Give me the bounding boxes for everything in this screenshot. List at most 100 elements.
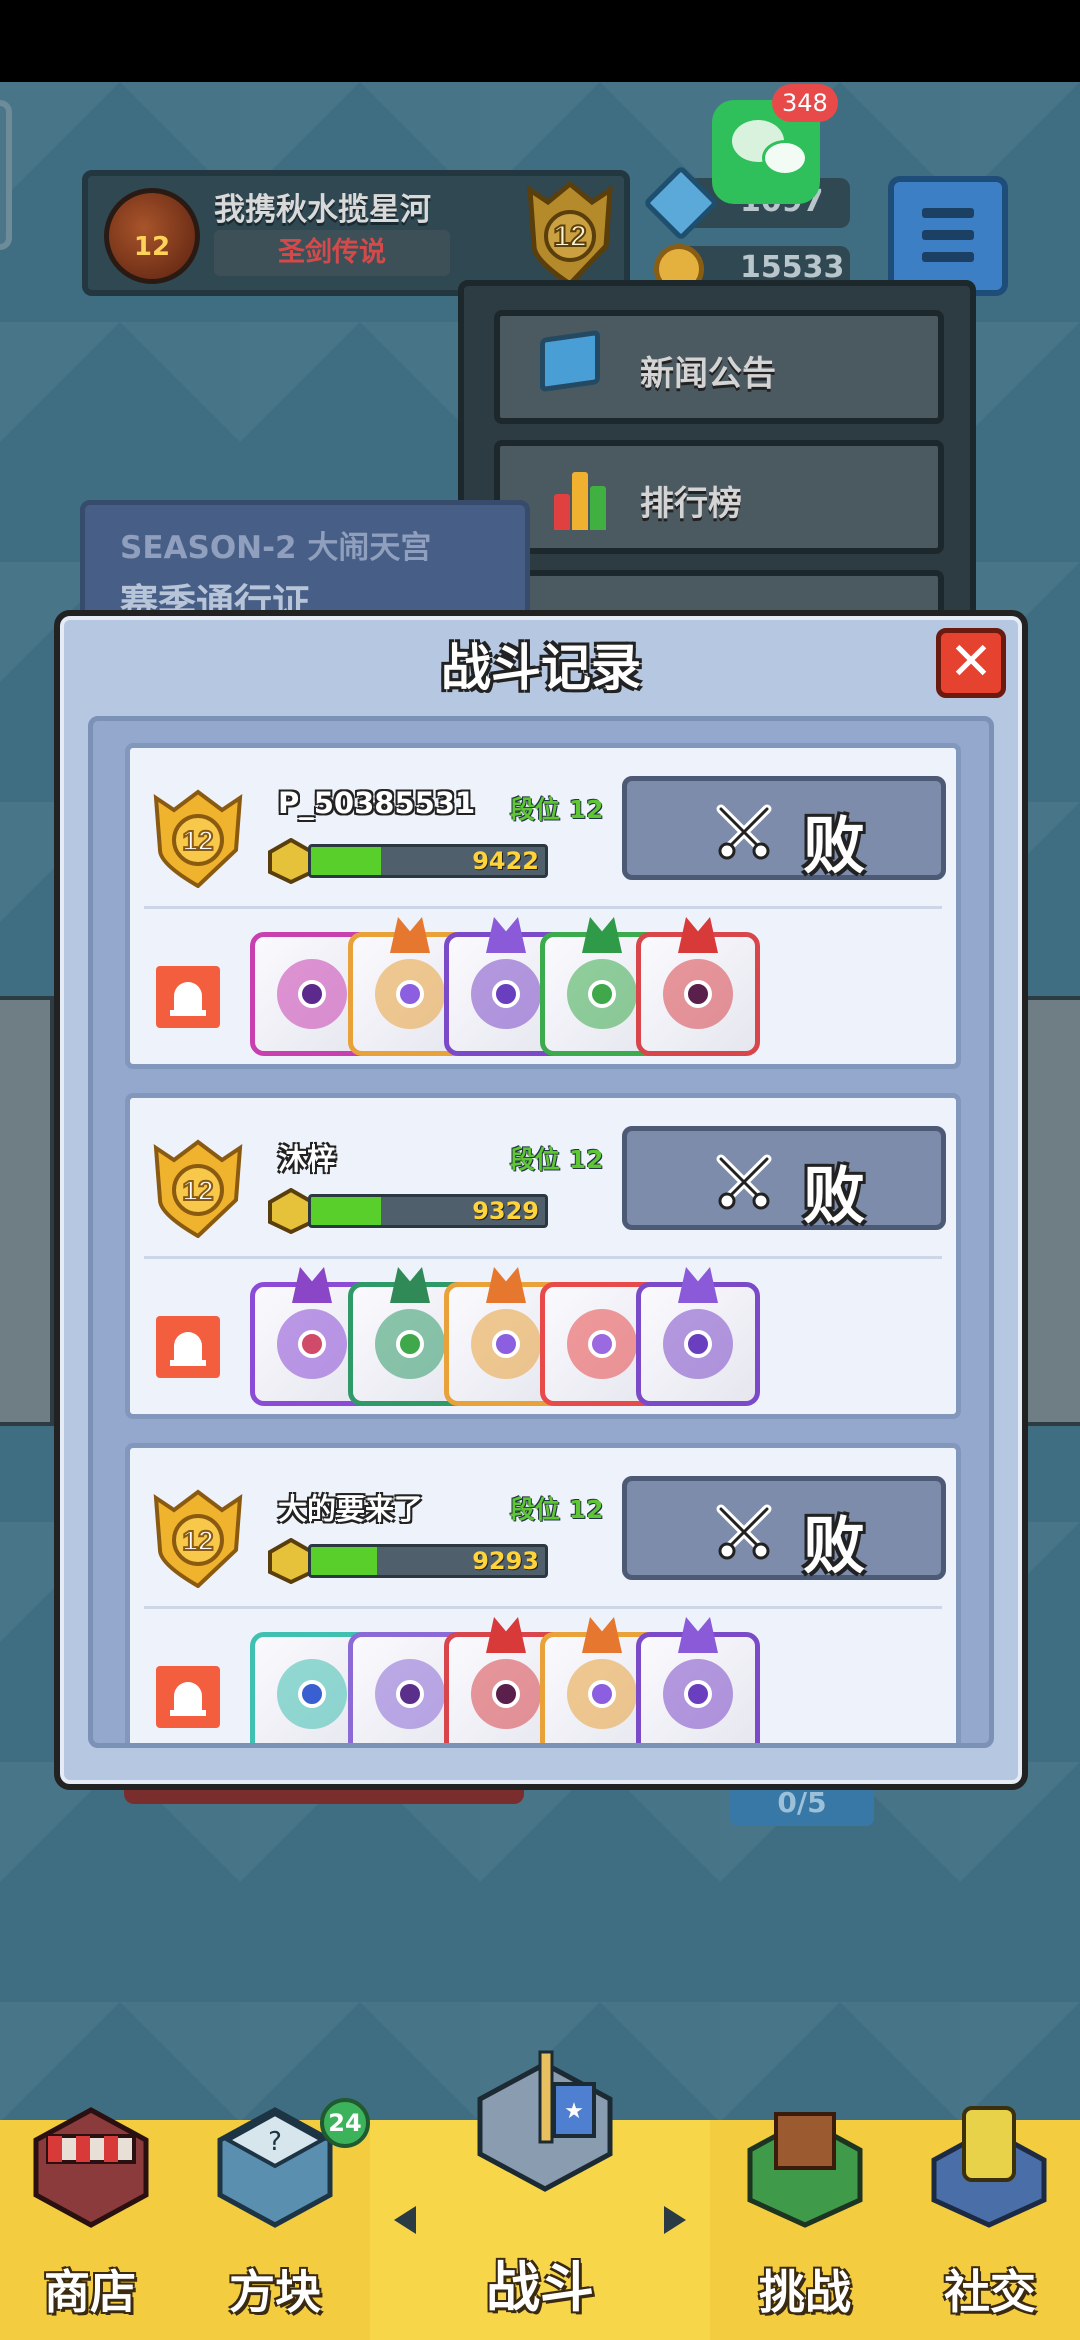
shop-icon xyxy=(33,2107,149,2228)
dragon-frame-icon xyxy=(390,1267,430,1303)
rank-label: 段位 12 xyxy=(510,1495,604,1524)
wechat-icon-bubble xyxy=(762,140,808,176)
dragon-frame-icon xyxy=(486,1617,526,1653)
crossed-swords-icon xyxy=(716,1504,772,1560)
crossed-swords-icon xyxy=(716,1154,772,1210)
leaderboard-bar xyxy=(572,472,588,530)
nav-dice[interactable]: ? 方块 xyxy=(180,2107,370,2340)
dice-pip xyxy=(298,980,326,1008)
dice-slot[interactable] xyxy=(636,1617,760,1743)
dragon-frame-icon xyxy=(486,1267,526,1303)
challenge-icon xyxy=(747,2112,863,2228)
dice-badge: 24 xyxy=(320,2098,370,2148)
notification-badge: 348 xyxy=(772,84,838,122)
bottom-nav: 商店 ? 方块 ★ 战斗 挑战 社交 xyxy=(0,2050,1080,2340)
exp-bar: 9293 xyxy=(308,1544,548,1578)
rank-shield-level: 12 xyxy=(182,825,213,856)
result-label: 败 xyxy=(803,809,866,882)
battle-record-card: 12 P_50385531 段位 12 9422 败 xyxy=(125,743,961,1069)
side-panel-right xyxy=(1020,996,1080,1426)
battle-icon: ★ xyxy=(477,2050,613,2192)
dice-pip xyxy=(396,1330,424,1358)
svg-text:★: ★ xyxy=(564,2099,584,2124)
dice-pip xyxy=(588,1680,616,1708)
dice-slot[interactable] xyxy=(636,1267,760,1406)
alarm-icon xyxy=(170,1332,206,1366)
player-name: P_50385531 xyxy=(278,786,476,820)
exp-fill xyxy=(311,1197,382,1225)
menu-line xyxy=(922,208,974,218)
news-icon xyxy=(540,329,600,393)
crossed-swords-icon xyxy=(716,804,772,860)
menu-item-leaderboard[interactable]: 排行榜 xyxy=(494,440,944,554)
modal-title: 战斗记录 xyxy=(441,639,641,697)
player-name: 沐梓 xyxy=(278,1142,337,1176)
leaderboard-bar xyxy=(554,494,570,530)
dragon-frame-icon xyxy=(678,1267,718,1303)
result-label: 败 xyxy=(803,1509,866,1582)
record-list[interactable]: 12 P_50385531 段位 12 9422 败 12 沐梓 段位 12 9329 败 12 大的… xyxy=(88,716,994,1748)
nav-label: 商店 xyxy=(44,2265,136,2319)
dice-pip xyxy=(492,1680,520,1708)
nav-label: 挑战 xyxy=(759,2265,851,2319)
close-button[interactable]: ✕ xyxy=(936,628,1006,698)
status-bar xyxy=(0,0,1080,82)
nav-social[interactable]: 社交 xyxy=(900,2106,1080,2340)
report-button[interactable] xyxy=(156,1316,220,1378)
nav-challenge[interactable]: 挑战 xyxy=(710,2112,900,2340)
dice-pip xyxy=(588,980,616,1008)
report-button[interactable] xyxy=(156,966,220,1028)
card-divider xyxy=(144,1606,942,1609)
alarm-icon xyxy=(170,1682,206,1716)
dice-pip xyxy=(684,980,712,1008)
dice-pip xyxy=(298,1680,326,1708)
dragon-frame-icon xyxy=(678,917,718,953)
exp-value: 9329 xyxy=(472,1197,539,1225)
exp-bar: 9329 xyxy=(308,1194,548,1228)
dragon-frame-icon xyxy=(390,917,430,953)
alarm-icon xyxy=(170,982,206,1016)
dragon-frame-icon xyxy=(486,917,526,953)
profile-name: 我携秋水揽星河 xyxy=(214,192,431,228)
report-button[interactable] xyxy=(156,1666,220,1728)
rank-shield-level: 12 xyxy=(182,1175,213,1206)
menu-item-label: 新闻公告 xyxy=(640,354,776,394)
rank-label: 段位 12 xyxy=(510,1145,604,1174)
season-title: SEASON-2 大闹天宫 xyxy=(120,530,432,566)
exp-value: 9422 xyxy=(472,847,539,875)
battle-record-card: 12 大的要来了 段位 12 9293 败 xyxy=(125,1443,961,1743)
battle-record-card: 12 沐梓 段位 12 9329 败 xyxy=(125,1093,961,1419)
dragon-frame-icon xyxy=(582,917,622,953)
battle-result-button[interactable]: 败 xyxy=(622,776,946,882)
nav-prev-arrow-icon[interactable] xyxy=(394,2206,416,2234)
card-divider xyxy=(144,1256,942,1259)
nav-next-arrow-icon[interactable] xyxy=(664,2206,686,2234)
menu-button[interactable] xyxy=(888,176,1008,296)
nav-shop[interactable]: 商店 xyxy=(0,2107,180,2340)
social-icon xyxy=(931,2106,1047,2228)
dice-pip xyxy=(492,980,520,1008)
avatar-level: 12 xyxy=(133,232,171,262)
exp-fill xyxy=(311,1547,377,1575)
dice-pip xyxy=(492,1330,520,1358)
profile-rank-title: 圣剑传说 xyxy=(214,230,450,276)
exp-bar: 9422 xyxy=(308,844,548,878)
player-name: 大的要来了 xyxy=(278,1492,424,1526)
nav-label: 社交 xyxy=(944,2265,1036,2319)
leaderboard-bar xyxy=(590,486,606,530)
nav-label: 方块 xyxy=(229,2265,321,2319)
rank-shield-level: 12 xyxy=(182,1525,213,1556)
dice-pip xyxy=(298,1330,326,1358)
battle-result-button[interactable]: 败 xyxy=(622,1476,946,1582)
menu-line xyxy=(922,252,974,262)
result-label: 败 xyxy=(803,1159,866,1232)
exp-fill xyxy=(311,847,382,875)
nav-battle[interactable]: ★ 战斗 xyxy=(370,2050,710,2340)
dice-pip xyxy=(396,980,424,1008)
dice-pip xyxy=(684,1330,712,1358)
battle-result-button[interactable]: 败 xyxy=(622,1126,946,1232)
dice-slot[interactable] xyxy=(636,917,760,1056)
dragon-frame-icon xyxy=(582,1617,622,1653)
card-divider xyxy=(144,906,942,909)
edge-panel xyxy=(0,100,12,250)
